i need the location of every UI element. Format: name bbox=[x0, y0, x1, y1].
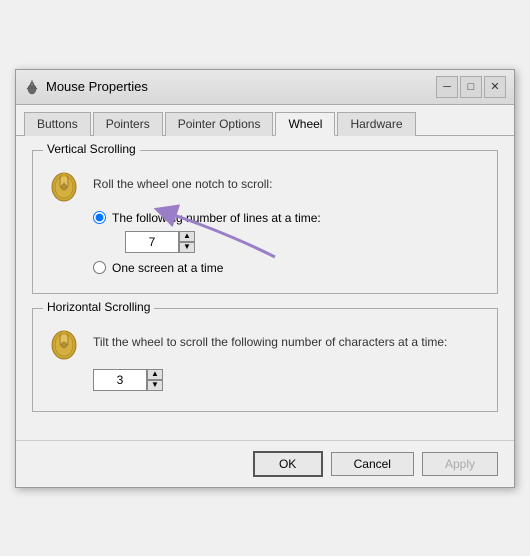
lines-spinner-row: ▲ ▼ bbox=[125, 231, 485, 253]
tab-pointers[interactable]: Pointers bbox=[93, 112, 163, 136]
radio-lines-row: The following number of lines at a time: bbox=[93, 211, 485, 225]
lines-spinner-input[interactable] bbox=[125, 231, 179, 253]
tab-content: Vertical Scrolling Roll the wheel one no… bbox=[16, 136, 514, 440]
radio-screen-label[interactable]: One screen at a time bbox=[112, 261, 223, 275]
tab-buttons[interactable]: Buttons bbox=[24, 112, 91, 136]
lines-spinner-up[interactable]: ▲ bbox=[179, 231, 195, 242]
radio-lines-input[interactable] bbox=[93, 211, 106, 224]
vertical-scroll-description: Roll the wheel one notch to scroll: bbox=[93, 177, 272, 191]
radio-screen-input[interactable] bbox=[93, 261, 106, 274]
tab-hardware[interactable]: Hardware bbox=[337, 112, 415, 136]
vertical-scroll-icon bbox=[45, 165, 83, 203]
mouse-properties-window: Mouse Properties ─ □ ✕ Buttons Pointers … bbox=[15, 69, 515, 488]
horizontal-scrolling-group: Horizontal Scrolling Tilt the wheel to s… bbox=[32, 308, 498, 412]
tab-bar: Buttons Pointers Pointer Options Wheel H… bbox=[16, 105, 514, 136]
close-button[interactable]: ✕ bbox=[484, 76, 506, 98]
vertical-scrolling-group: Vertical Scrolling Roll the wheel one no… bbox=[32, 150, 498, 294]
chars-spinner-down[interactable]: ▼ bbox=[147, 380, 163, 391]
minimize-button[interactable]: ─ bbox=[436, 76, 458, 98]
chars-spinner-row: ▲ ▼ bbox=[93, 369, 485, 391]
title-bar-left: Mouse Properties bbox=[24, 79, 148, 95]
apply-button[interactable]: Apply bbox=[422, 452, 498, 476]
tab-pointer-options[interactable]: Pointer Options bbox=[165, 112, 274, 136]
title-controls: ─ □ ✕ bbox=[436, 76, 506, 98]
ok-button[interactable]: OK bbox=[253, 451, 323, 477]
radio-lines-label[interactable]: The following number of lines at a time: bbox=[112, 211, 321, 225]
vertical-scrolling-label: Vertical Scrolling bbox=[43, 142, 140, 156]
tab-wheel[interactable]: Wheel bbox=[275, 112, 335, 136]
vertical-scroll-header-row: Roll the wheel one notch to scroll: bbox=[45, 165, 485, 203]
chars-spinner-buttons: ▲ ▼ bbox=[147, 369, 163, 391]
window-title: Mouse Properties bbox=[46, 79, 148, 94]
lines-spinner-buttons: ▲ ▼ bbox=[179, 231, 195, 253]
radio-screen-row: One screen at a time bbox=[93, 261, 485, 275]
title-bar: Mouse Properties ─ □ ✕ bbox=[16, 70, 514, 105]
lines-spinner-down[interactable]: ▼ bbox=[179, 242, 195, 253]
horizontal-scroll-description: Tilt the wheel to scroll the following n… bbox=[93, 335, 447, 349]
bottom-bar: OK Cancel Apply bbox=[16, 440, 514, 487]
cancel-button[interactable]: Cancel bbox=[331, 452, 414, 476]
vertical-scrolling-content: Roll the wheel one notch to scroll: The … bbox=[45, 165, 485, 275]
maximize-button[interactable]: □ bbox=[460, 76, 482, 98]
horizontal-scrolling-content: Tilt the wheel to scroll the following n… bbox=[45, 323, 485, 391]
horizontal-scrolling-label: Horizontal Scrolling bbox=[43, 300, 154, 314]
horizontal-scroll-header-row: Tilt the wheel to scroll the following n… bbox=[45, 323, 485, 361]
window-icon bbox=[24, 79, 40, 95]
chars-spinner-up[interactable]: ▲ bbox=[147, 369, 163, 380]
horizontal-scroll-icon bbox=[45, 323, 83, 361]
chars-spinner-input[interactable] bbox=[93, 369, 147, 391]
